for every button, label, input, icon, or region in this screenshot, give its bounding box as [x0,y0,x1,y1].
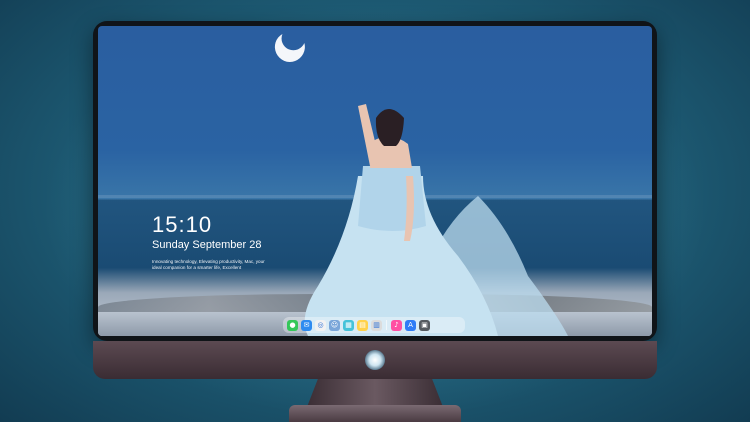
messages-icon[interactable]: ● [287,319,298,331]
lock-tagline: Innovating technology, Elevating product… [152,259,265,270]
tv-icon[interactable]: ▦ [343,319,354,331]
lock-screen[interactable]: 15:10 Sunday September 28 Innovating tec… [98,26,652,336]
monitor-logo-icon [365,350,385,370]
lock-clock-time: 15:10 [152,212,213,237]
dock-separator [386,320,387,330]
moon-prop-icon [274,33,305,62]
finder-icon[interactable]: ☺ [329,319,340,331]
lock-clock-date: Sunday September 28 [152,239,262,251]
notes-icon[interactable]: ▤ [357,319,368,331]
wallpaper-woman-figure [304,104,568,336]
app-store-icon[interactable]: A [405,319,416,331]
safari-icon[interactable]: ◎ [315,319,326,331]
camera-icon[interactable]: ▣ [419,319,430,331]
mail-icon[interactable]: ✉ [301,319,312,331]
monitor-stand-neck [307,379,443,407]
monitor-stand-base [289,405,461,422]
preview-icon[interactable]: ▥ [371,319,382,331]
music-icon[interactable]: ♪ [391,319,402,331]
dock: ● ✉ ◎ ☺ ▦ ▤ ▥ ♪ A ▣ [283,317,465,333]
